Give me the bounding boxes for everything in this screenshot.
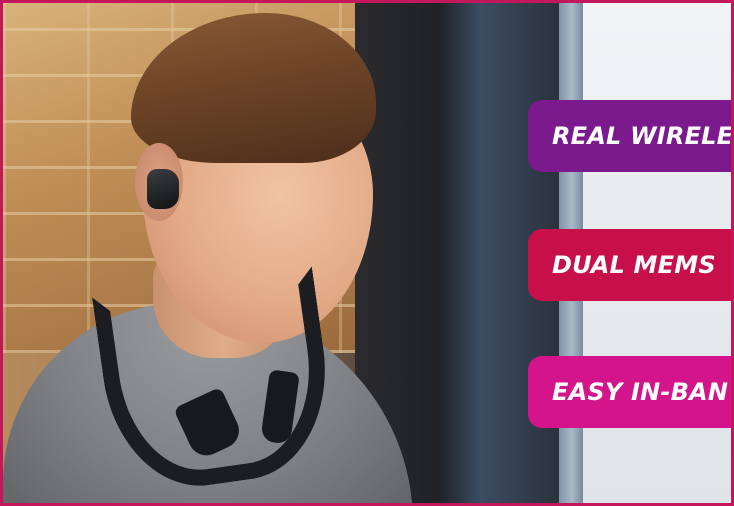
feature-badge-mems: DUAL MEMS	[528, 229, 731, 301]
feature-badge-label: DUAL MEMS	[552, 251, 716, 279]
feature-badge-inband: EASY IN-BAN	[528, 356, 731, 428]
feature-badge-label: EASY IN-BAN	[552, 378, 729, 406]
earbud-icon	[147, 169, 179, 209]
person-photo	[3, 3, 523, 503]
hair	[131, 13, 376, 163]
banner-frame: REAL WIRELE DUAL MEMS EASY IN-BAN	[0, 0, 734, 506]
feature-badge-label: REAL WIRELE	[552, 122, 734, 150]
feature-badge-wireless: REAL WIRELE	[528, 100, 734, 172]
